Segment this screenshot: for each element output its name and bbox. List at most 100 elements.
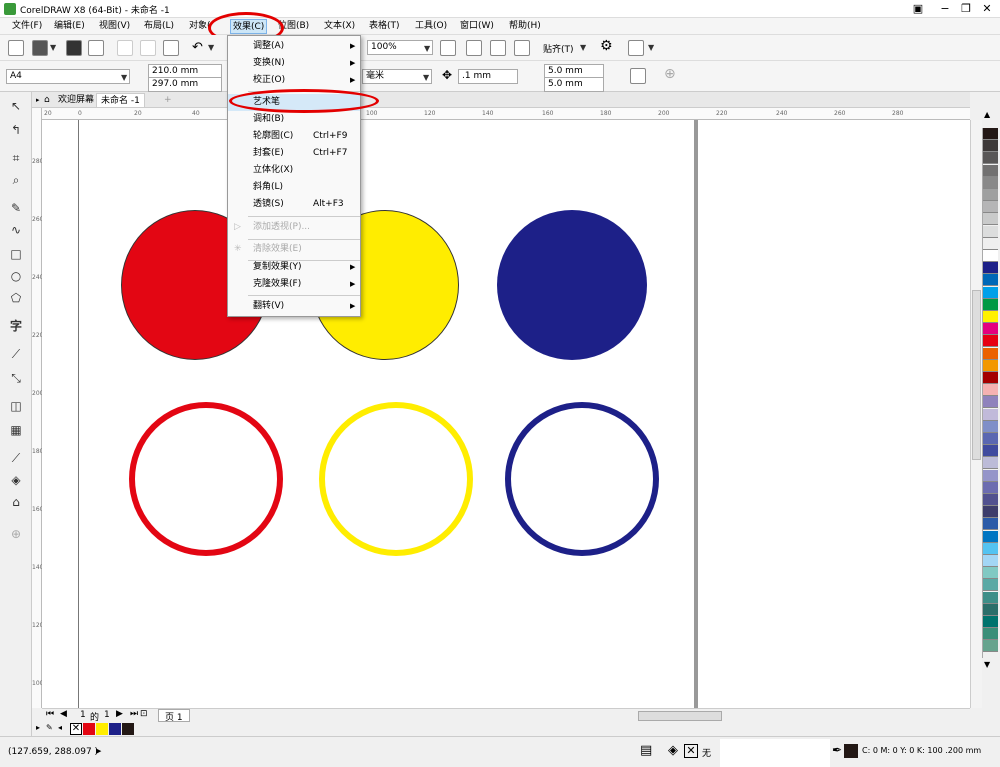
palette-swatch[interactable] [983,311,998,323]
page-tab[interactable]: 页 1 [158,709,190,723]
add-tool-icon[interactable]: ⊕ [8,526,24,542]
user-icon[interactable]: ▣ [908,1,928,17]
palette-swatch[interactable] [983,628,998,641]
pen-nib-icon[interactable]: ✒ [832,743,842,757]
zoom-level-field[interactable]: 100% ▼ [367,40,433,55]
palette-swatch[interactable] [983,213,998,226]
palette-swatch[interactable] [983,494,998,506]
tab-welcome[interactable]: 欢迎屏幕 [54,93,98,107]
palette-swatch[interactable] [983,457,998,470]
no-color-swatch[interactable]: ✕ [70,723,82,735]
palette-swatch[interactable] [983,347,998,360]
menu-item-envelope[interactable]: 封套(E) Ctrl+F7 [228,145,360,162]
tabs-scroll-icon[interactable]: ▸ [32,93,40,107]
palette-swatch[interactable] [983,323,998,336]
palette-swatch[interactable] [983,408,998,421]
docpal-scroll-icon[interactable]: ◂ [58,723,62,732]
palette-swatch[interactable] [983,164,998,177]
menu-item-bevel[interactable]: 斜角(L) [228,179,360,196]
zoom-tool-icon[interactable]: ⌕ [8,172,24,188]
restore-icon[interactable]: ❐ [956,1,976,17]
palette-swatch[interactable] [983,445,998,458]
palette-swatch[interactable] [983,567,998,580]
open-folder-icon[interactable] [32,40,48,56]
chevron-down-icon[interactable]: ▼ [50,43,56,52]
menu-text[interactable]: 文本(X) [322,19,357,34]
menu-item-copy-effect[interactable]: 复制效果(Y) ▶ [228,259,360,276]
last-page-icon[interactable]: ⏭ [130,709,138,719]
palette-swatch[interactable] [983,616,998,628]
close-icon[interactable]: ✕ [977,1,997,17]
drop-shadow-icon[interactable]: ◫ [8,398,24,414]
interactive-fill-icon[interactable]: ◈ [8,472,24,488]
navy-outline-circle[interactable] [505,402,659,556]
polygon-tool-icon[interactable]: ⬠ [8,290,24,306]
chevron-down-icon[interactable]: ▼ [424,42,430,55]
palette-swatch[interactable] [983,469,998,482]
vertical-scrollbar[interactable] [970,120,982,708]
freehand-tool-icon[interactable]: ✎ [8,200,24,216]
full-screen-icon[interactable] [440,40,456,56]
menu-edit[interactable]: 编辑(E) [52,19,87,34]
color-proof-icon[interactable]: ▤ [640,743,652,758]
menu-item-flip[interactable]: 翻转(V) ▶ [228,298,360,315]
cut-icon[interactable] [117,40,133,56]
swatch-black[interactable] [122,723,134,735]
guidelines-icon[interactable] [514,40,530,56]
first-page-icon[interactable]: ⏮ [46,709,54,719]
next-page-icon[interactable]: ▶ [116,709,123,719]
artistic-media-icon[interactable]: ∿ [8,222,24,238]
home-icon[interactable]: ⌂ [40,93,54,107]
palette-swatch[interactable] [983,384,998,397]
transparency-icon[interactable]: ▦ [8,422,24,438]
new-document-icon[interactable] [8,40,24,56]
palette-swatch[interactable] [983,372,998,384]
palette-swatch[interactable] [983,591,998,604]
palette-swatch[interactable] [983,176,998,189]
menu-item-contour[interactable]: 轮廓图(C) Ctrl+F9 [228,128,360,145]
ellipse-tool-icon[interactable]: ○ [8,268,24,284]
palette-swatch[interactable] [983,518,998,531]
crop-tool-icon[interactable]: ⌗ [8,150,24,166]
pick-tool-icon[interactable]: ↖ [8,98,24,114]
palette-swatch[interactable] [983,555,998,567]
menu-item-correction[interactable]: 校正(O) ▶ [228,72,360,89]
palette-swatch[interactable] [983,542,998,555]
tab-document[interactable]: 未命名 -1 [96,93,145,107]
palette-swatch[interactable] [983,140,998,153]
docpal-menu-icon[interactable]: ▸ [36,723,40,732]
palette-swatch[interactable] [983,274,998,287]
menu-item-lens[interactable]: 透镜(S) Alt+F3 [228,196,360,213]
menu-item-transform[interactable]: 变换(N) ▶ [228,55,360,72]
shape-tool-icon[interactable]: ↰ [8,122,24,138]
page[interactable] [78,120,694,708]
page-height-field[interactable]: 297.0 mm [148,77,222,92]
palette-swatch[interactable] [983,603,998,616]
text-tool-icon[interactable]: 字 [8,318,24,334]
units-select[interactable]: 毫米 ▼ [362,69,432,84]
chevron-down-icon[interactable]: ▼ [648,43,654,52]
snap-to-dropdown[interactable]: 贴齐(T) [543,42,574,55]
grid-icon[interactable] [490,40,506,56]
parallel-dimension-icon[interactable]: ⟋ [8,346,24,362]
rulers-icon[interactable] [466,40,482,56]
paper-size-select[interactable]: A4 ▼ [6,69,130,84]
page-border-icon[interactable] [630,68,646,84]
palette-swatch[interactable] [983,420,998,433]
add-icon[interactable]: ⊕ [664,66,676,82]
swatch-yellow[interactable] [96,723,108,735]
palette-swatch[interactable] [983,640,998,653]
menu-item-clone-effect[interactable]: 克隆效果(F) ▶ [228,276,360,293]
print-icon[interactable] [88,40,104,56]
new-tab-icon[interactable]: + [160,93,176,107]
palette-swatch[interactable] [983,225,998,238]
palette-swatch[interactable] [983,128,998,140]
chevron-down-icon[interactable]: ▼ [580,43,586,52]
scrollbar-thumb[interactable] [972,290,981,460]
copy-icon[interactable] [140,40,156,56]
connector-tool-icon[interactable]: ⤡ [8,370,24,386]
palette-swatch[interactable] [983,237,998,250]
palette-swatch[interactable] [983,250,998,262]
undo-icon[interactable]: ↶ [192,40,203,55]
menu-item-extrude[interactable]: 立体化(X) [228,162,360,179]
